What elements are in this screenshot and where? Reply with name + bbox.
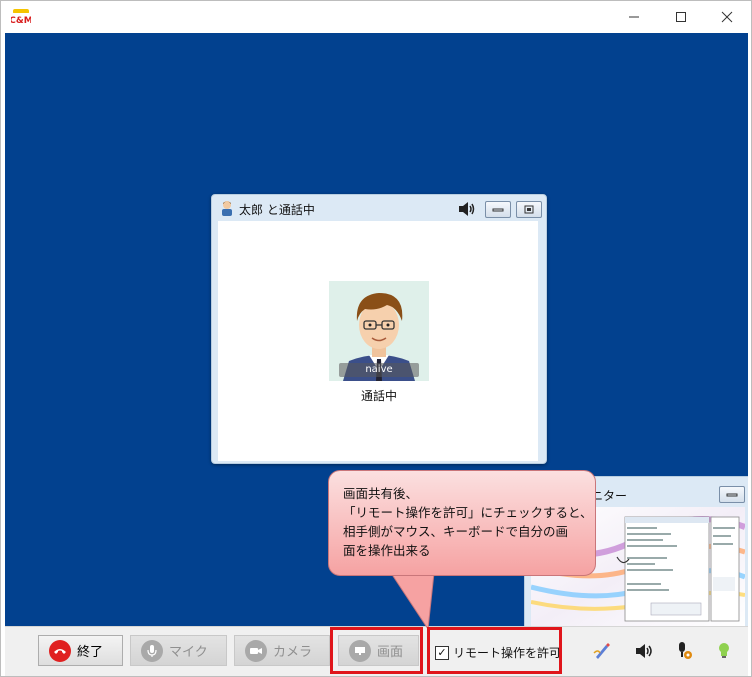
call-window-title: 太郎 と通話中	[220, 199, 315, 219]
hang-up-icon	[49, 639, 71, 662]
camera-button[interactable]: カメラ	[234, 635, 330, 666]
mic-label: マイク	[169, 645, 208, 660]
speaker-icon[interactable]	[458, 201, 476, 221]
microphone-icon	[141, 639, 163, 662]
pen-icon[interactable]	[591, 640, 613, 662]
monitor-window-title: ニター	[591, 489, 628, 503]
remote-control-highlight	[427, 627, 562, 674]
call-restore-button[interactable]	[516, 201, 542, 218]
lightbulb-icon[interactable]	[713, 640, 735, 662]
callout-line: 画面共有後、	[343, 486, 419, 501]
user-icon	[220, 200, 234, 219]
title-bar: C&M	[1, 1, 751, 33]
svg-text:C&M: C&M	[11, 16, 31, 25]
call-title-text: 太郎 と通話中	[239, 202, 315, 217]
instruction-callout: 画面共有後、 「リモート操作を許可」にチェックすると、 相手側がマウス、キーボー…	[328, 470, 596, 576]
end-call-label: 終了	[77, 645, 104, 660]
camera-icon	[245, 639, 267, 662]
end-call-button[interactable]: 終了	[38, 635, 123, 666]
maximize-icon[interactable]	[668, 6, 694, 28]
callout-line: 「リモート操作を許可」にチェックすると、	[343, 505, 593, 520]
close-icon[interactable]	[714, 6, 740, 28]
call-body: naive 通話中	[218, 221, 538, 461]
callout-line: 面を操作出来る	[343, 543, 431, 558]
callout-line: 相手側がマウス、キーボードで自分の画	[343, 524, 569, 539]
app-logo-icon: C&M	[9, 9, 33, 26]
camera-label: カメラ	[273, 645, 313, 660]
avatar-name-tag: naive	[339, 363, 419, 377]
call-minimize-button[interactable]	[485, 201, 511, 218]
speaker-icon[interactable]	[634, 640, 656, 662]
monitor-minimize-button[interactable]	[719, 486, 745, 503]
call-window[interactable]: 太郎 と通話中 naive 通話中	[211, 194, 547, 464]
app-window: C&M 太郎 と通話中	[0, 0, 752, 677]
callout-text: 画面共有後、 「リモート操作を許可」にチェックすると、 相手側がマウス、キーボー…	[343, 484, 593, 560]
mic-button[interactable]: マイク	[130, 635, 227, 666]
screen-button-highlight	[330, 627, 423, 674]
device-settings-icon[interactable]	[673, 640, 695, 662]
avatar: naive	[329, 281, 429, 381]
minimize-icon[interactable]	[621, 6, 647, 28]
call-status-text: 通話中	[360, 389, 397, 403]
